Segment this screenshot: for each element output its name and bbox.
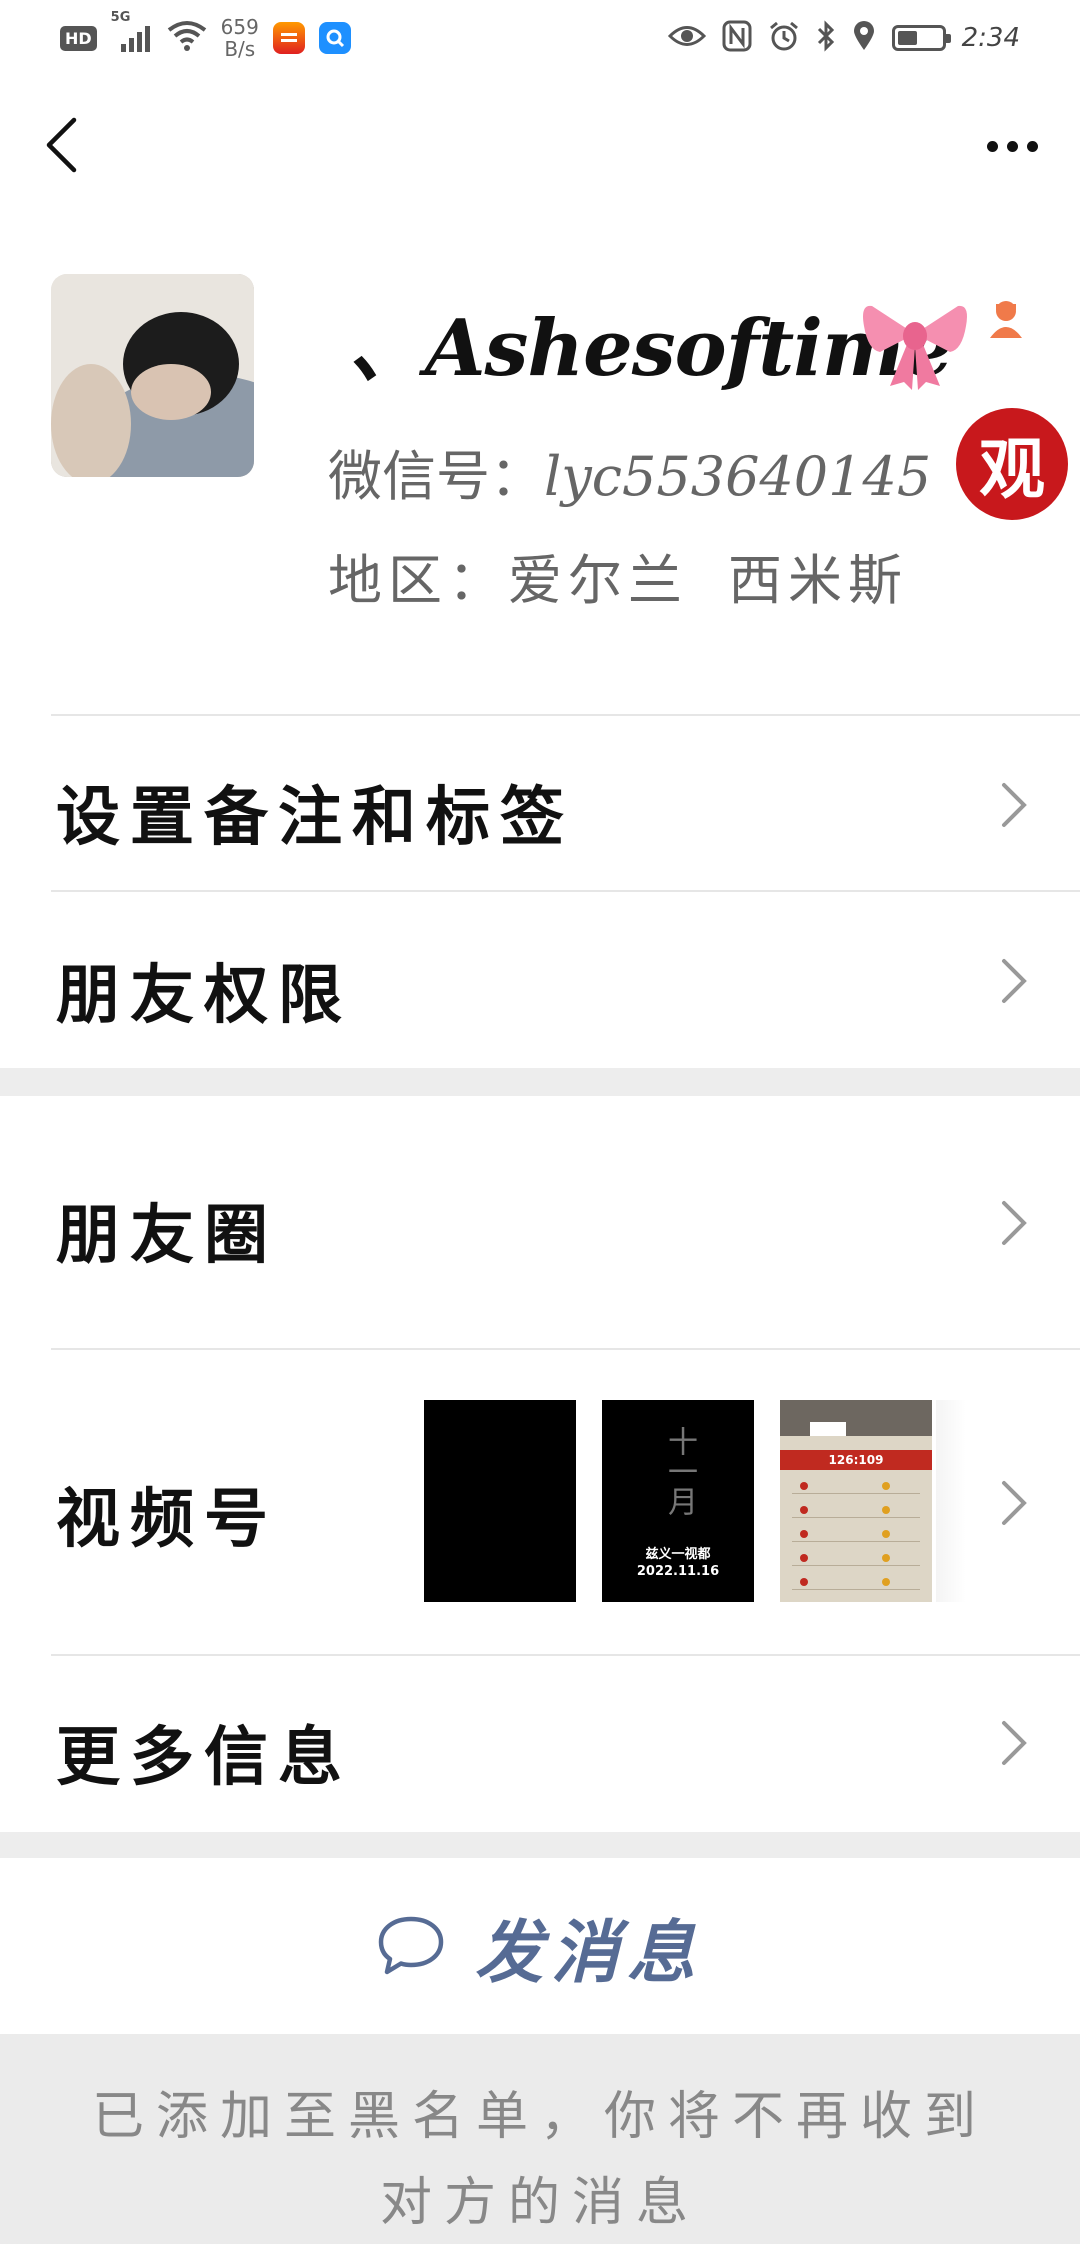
chevron-right-icon	[1002, 783, 1027, 827]
clock: 2:34	[961, 23, 1020, 53]
friend-permissions-label: 朋友权限	[56, 958, 352, 1033]
region: 地区：爱尔兰 西米斯	[328, 536, 908, 615]
eye-icon	[667, 23, 706, 53]
region-country: 爱尔兰	[508, 549, 688, 612]
avatar-image	[51, 274, 254, 477]
thumbnail-title: 十一月	[662, 1426, 697, 1516]
chevron-right-icon	[1002, 1721, 1027, 1765]
more-dot-icon	[986, 140, 998, 152]
thumbnail-header	[780, 1400, 932, 1436]
chevron-right-icon	[1002, 1201, 1027, 1245]
send-message-button[interactable]: 发消息	[0, 1858, 1080, 2034]
battery-icon	[891, 25, 951, 51]
avatar[interactable]	[51, 274, 254, 477]
channel-video-thumbnail[interactable]: 十一月 兹义一视都 2022.11.16	[602, 1400, 754, 1602]
thumbnail-list-line	[792, 1478, 920, 1494]
chevron-right-icon	[1002, 959, 1027, 1003]
thumbnail-list-line	[792, 1550, 920, 1566]
wechat-id-value[interactable]: lyc553640145	[544, 445, 931, 508]
more-info-row[interactable]: 更多信息	[0, 1656, 1080, 1832]
more-dot-icon	[1006, 140, 1018, 152]
net-speed-value: 659	[220, 15, 259, 39]
blacklist-notice: 已添加至黑名单，你将不再收到对方的消息	[0, 2034, 1080, 2244]
battery-level	[897, 31, 917, 45]
remark-tags-row[interactable]: 设置备注和标签	[0, 716, 1080, 894]
chevron-right-icon	[1002, 1481, 1027, 1525]
shopping-app-icon	[272, 22, 305, 54]
section-gap	[0, 1068, 1080, 1096]
region-label: 地区：	[328, 549, 508, 612]
moments-row[interactable]: 朋友圈	[0, 1096, 1080, 1348]
remark-tags-label: 设置备注和标签	[56, 780, 574, 855]
status-bar: HD 5G 659 B/s 2:34	[0, 0, 1080, 76]
back-button[interactable]	[36, 110, 86, 180]
cellular-signal-icon: 5G	[111, 10, 153, 58]
floating-watch-button[interactable]: 观	[956, 408, 1068, 520]
thumbnail-caption-line2: 2022.11.16	[636, 1564, 720, 1579]
chat-bubble-icon	[378, 1916, 444, 1975]
friend-permissions-row[interactable]: 朋友权限	[0, 892, 1080, 1068]
blacklist-notice-text: 已添加至黑名单，你将不再收到对方的消息	[91, 2087, 988, 2233]
more-dot-icon	[1026, 140, 1038, 152]
net-speed: 659 B/s	[221, 16, 259, 60]
bluetooth-icon	[816, 20, 836, 56]
thumbnail-caption: 兹义一视都 2022.11.16	[602, 1546, 754, 1580]
female-gender-icon	[988, 298, 1024, 340]
alarm-icon	[768, 20, 800, 56]
more-options-button[interactable]	[972, 118, 1052, 174]
network-type: 5G	[110, 10, 131, 25]
channel-video-thumbnail[interactable]	[424, 1400, 576, 1602]
section-gap	[0, 1832, 1080, 1858]
thumbnail-list-line	[792, 1574, 920, 1590]
channels-thumbnails: 十一月 兹义一视都 2022.11.16 126:109	[424, 1400, 966, 1602]
location-icon	[852, 20, 876, 56]
search-app-icon	[318, 22, 351, 54]
more-info-label: 更多信息	[56, 1720, 352, 1795]
chevron-left-icon	[46, 117, 77, 173]
thumbnail-score: 126:109	[780, 1450, 932, 1470]
wifi-icon	[167, 20, 207, 56]
send-message-label: 发消息	[474, 1912, 703, 1993]
thumbnail-list-line	[792, 1526, 920, 1542]
thumbnail-caption-line1: 兹义一视都	[645, 1547, 711, 1562]
wechat-id-label: 微信号：	[328, 445, 544, 508]
channels-label: 视频号	[56, 1482, 278, 1557]
region-city: 西米斯	[728, 549, 908, 612]
pink-bow-icon	[860, 286, 970, 396]
wechat-id: 微信号：lyc553640145	[328, 432, 931, 511]
channel-video-thumbnail[interactable]: 126:109	[780, 1400, 932, 1602]
thumbnail-fade	[936, 1400, 966, 1602]
thumbnail-list-line	[792, 1502, 920, 1518]
hd-icon: HD	[60, 25, 97, 51]
nfc-icon	[722, 20, 752, 56]
net-speed-unit: B/s	[224, 37, 256, 61]
thumbnail-tab	[810, 1422, 846, 1436]
moments-label: 朋友圈	[56, 1198, 278, 1273]
